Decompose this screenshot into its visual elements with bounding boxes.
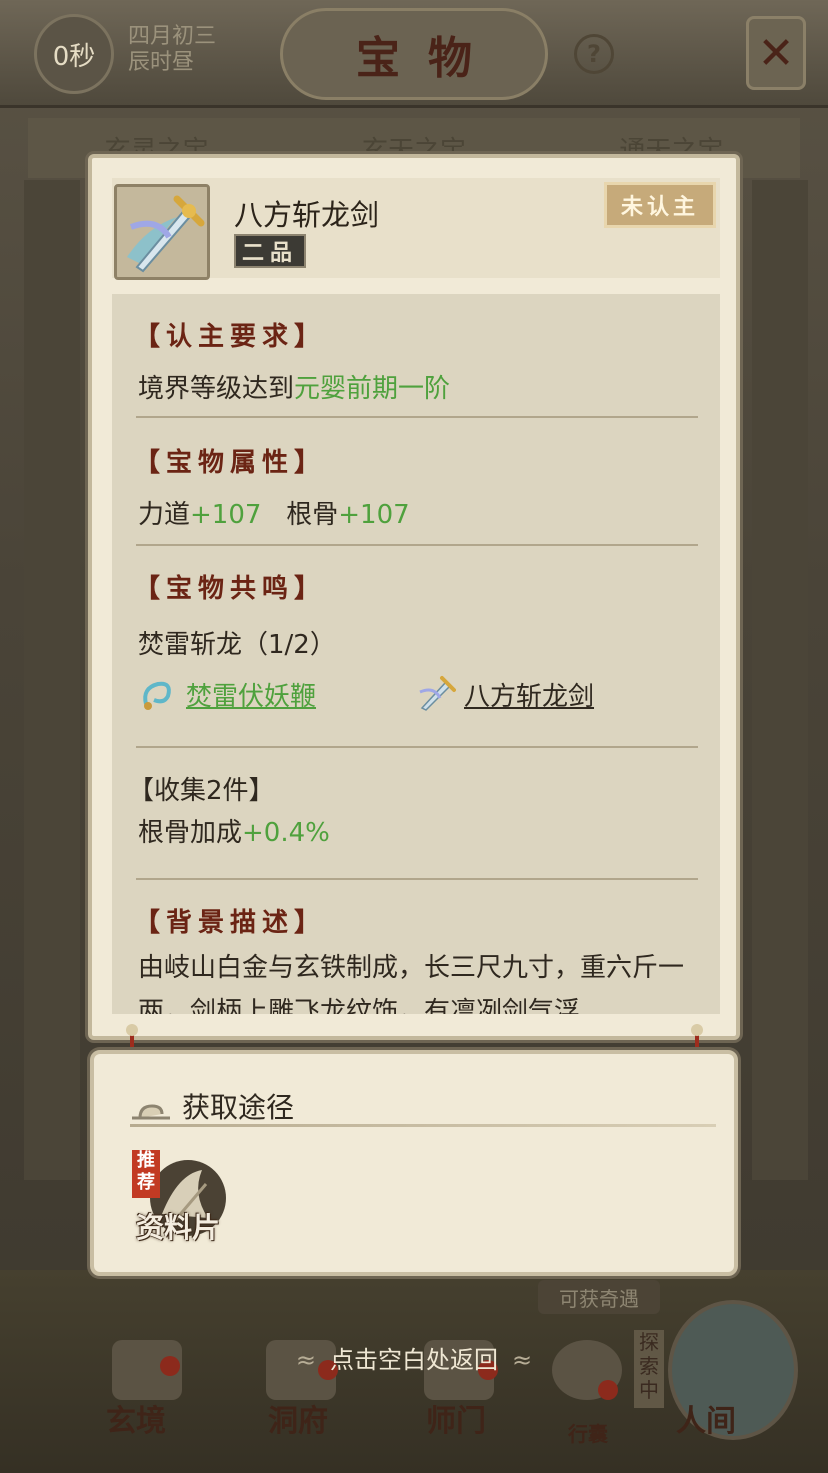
date-line-2: 辰时昼 bbox=[128, 50, 195, 75]
nav-shimen[interactable]: 师门 bbox=[426, 1396, 486, 1440]
attributes-title: 【宝物属性】 bbox=[134, 448, 327, 478]
stat-name: 根骨 bbox=[286, 500, 339, 530]
nav-renjian[interactable]: 人间 bbox=[676, 1396, 736, 1440]
requirement-title: 【认主要求】 bbox=[134, 322, 327, 352]
top-bar: 0秒 四月初三 辰时昼 宝物 ? ✕ bbox=[0, 0, 828, 108]
divider bbox=[136, 416, 698, 418]
acquire-panel: 获取途径 推荐 资料片 bbox=[90, 1050, 738, 1276]
sword-icon bbox=[114, 184, 210, 280]
divider bbox=[136, 746, 698, 748]
collect-bonus-text: 根骨加成+0.4% bbox=[138, 812, 330, 849]
resonance-item-missing[interactable]: 八方斩龙剑 bbox=[464, 676, 594, 713]
collect-bonus-title: 【收集2件】 bbox=[128, 776, 275, 806]
left-list-bg bbox=[24, 180, 80, 1180]
resonance-title: 【宝物共鸣】 bbox=[134, 574, 327, 604]
source-label[interactable]: 资料片 bbox=[136, 1206, 220, 1246]
stat-name: 力道 bbox=[138, 500, 191, 530]
stat-value: +107 bbox=[190, 500, 262, 530]
resonance-item-owned[interactable]: 焚雷伏妖鞭 bbox=[186, 676, 316, 713]
divider bbox=[136, 878, 698, 880]
attribute-stats: 力道+107 根骨+107 bbox=[138, 494, 410, 531]
whip-icon bbox=[143, 681, 171, 710]
item-detail-card[interactable]: 八方斩龙剑 二品 未认主 【认主要求】 境界等级达到元婴前期一阶 【宝物属性】 … bbox=[88, 154, 740, 1040]
game-date: 四月初三 辰时昼 bbox=[128, 24, 216, 76]
recommend-tag: 推荐 bbox=[132, 1150, 160, 1198]
item-name: 八方斩龙剑 bbox=[234, 198, 380, 232]
resonance-set-name: 焚雷斩龙（1/2） bbox=[138, 630, 336, 660]
chance-badge[interactable]: 可获奇遇 bbox=[538, 1280, 660, 1314]
nav-dongfu[interactable]: 洞府 bbox=[268, 1396, 328, 1440]
stat-value: +107 bbox=[338, 500, 410, 530]
background-text: 由岐山白金与玄铁制成，长三尺九寸，重六斤一两，剑柄上雕飞龙纹饰，有凛冽剑气浮 bbox=[138, 953, 685, 1014]
notify-dot-bag bbox=[598, 1380, 618, 1400]
nav-bag[interactable]: 行囊 bbox=[568, 1418, 608, 1447]
date-line-1: 四月初三 bbox=[128, 24, 217, 49]
bind-status-tag: 未认主 bbox=[604, 182, 716, 228]
bonus-prefix: 根骨加成 bbox=[138, 818, 243, 848]
cloud-icon bbox=[132, 1104, 170, 1120]
acquire-title: 获取途径 bbox=[182, 1091, 295, 1124]
grade-badge: 二品 bbox=[234, 234, 306, 268]
timer-badge: 0秒 bbox=[34, 14, 114, 94]
tap-to-return-hint[interactable]: 点击空白处返回 bbox=[0, 1340, 828, 1375]
page-title-plaque: 宝物 bbox=[280, 8, 548, 100]
help-button[interactable]: ? bbox=[574, 34, 614, 74]
background-title: 【背景描述】 bbox=[134, 908, 327, 938]
nav-xuanjing[interactable]: 玄境 bbox=[106, 1396, 166, 1440]
divider bbox=[136, 544, 698, 546]
page-title: 宝物 bbox=[356, 33, 500, 84]
close-button[interactable]: ✕ bbox=[746, 16, 806, 90]
acquire-divider bbox=[130, 1124, 716, 1127]
bonus-value: +0.4% bbox=[242, 818, 330, 848]
item-detail-body[interactable]: 【认主要求】 境界等级达到元婴前期一阶 【宝物属性】 力道+107 根骨+107… bbox=[112, 294, 720, 1014]
requirement-prefix: 境界等级达到 bbox=[138, 374, 295, 404]
sword-icon bbox=[419, 676, 456, 711]
requirement-text: 境界等级达到元婴前期一阶 bbox=[138, 368, 450, 405]
right-list-bg bbox=[752, 180, 808, 1180]
requirement-value: 元婴前期一阶 bbox=[294, 374, 451, 404]
